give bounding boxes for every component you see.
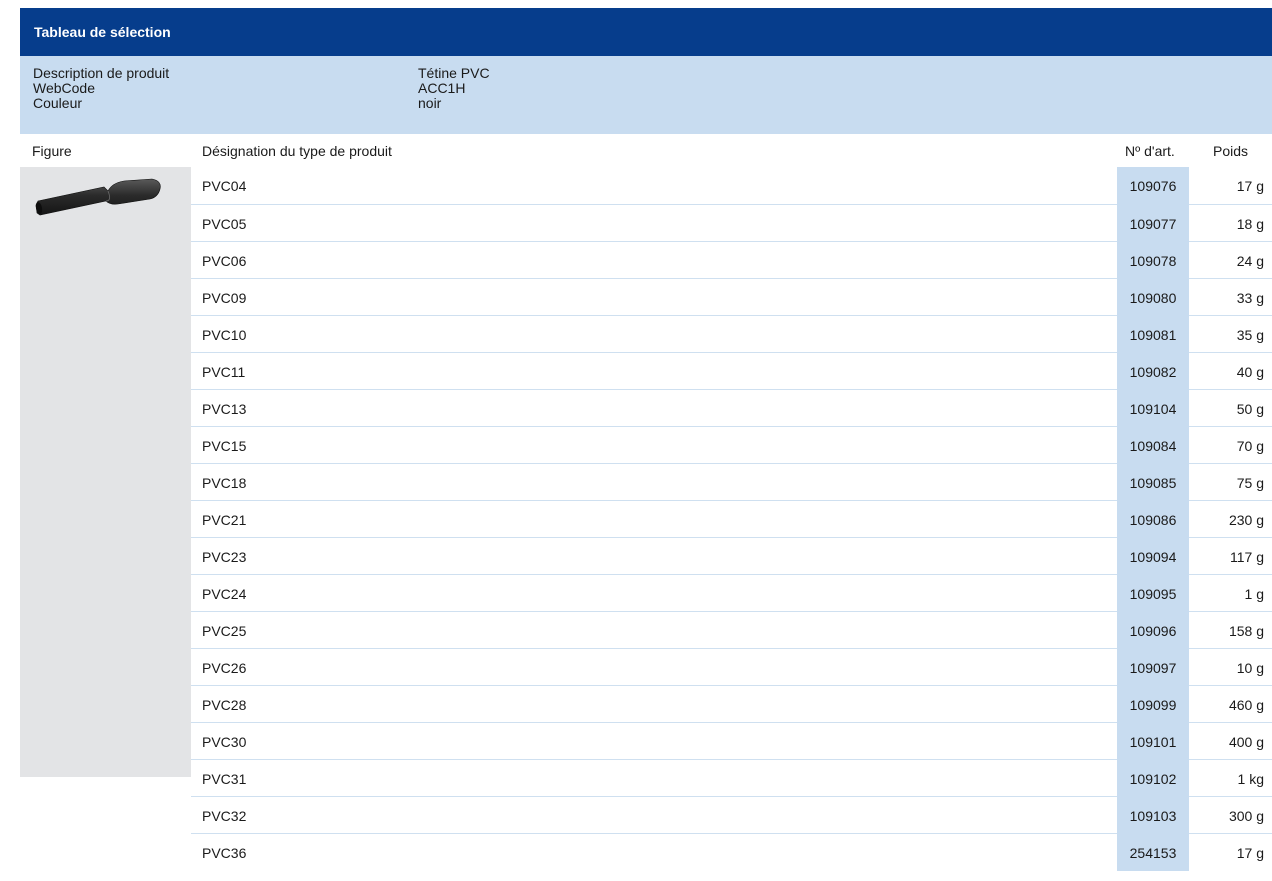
article-number: 109104 [1117, 389, 1189, 427]
table-row: PVC05 109077 18 g [191, 204, 1272, 242]
product-type-name: PVC30 [202, 734, 247, 750]
product-weight: 33 g [1236, 290, 1264, 306]
product-weight: 75 g [1236, 475, 1264, 491]
product-weight: 10 g [1236, 660, 1264, 676]
article-number: 109076 [1117, 167, 1189, 204]
article-number: 109099 [1117, 685, 1189, 723]
product-weight: 70 g [1236, 438, 1264, 454]
product-weight: 158 g [1228, 623, 1264, 639]
table-row: PVC13 109104 50 g [191, 389, 1272, 427]
info-value-color: noir [418, 95, 442, 111]
info-label-description: Description de produit [33, 65, 170, 81]
table-title: Tableau de sélection [34, 24, 171, 40]
table-row: PVC18 109085 75 g [191, 463, 1272, 501]
product-type-name: PVC23 [202, 549, 247, 565]
selection-table: Tableau de sélection Description de prod… [20, 8, 1272, 871]
column-header-weight: Poids [1213, 143, 1249, 159]
table-row: PVC26 109097 10 g [191, 648, 1272, 686]
pvc-sleeve-image [35, 178, 161, 216]
product-type-name: PVC18 [202, 475, 247, 491]
product-weight: 35 g [1236, 327, 1264, 343]
product-type-name: PVC06 [202, 253, 247, 269]
product-weight: 24 g [1236, 253, 1264, 269]
product-weight: 230 g [1228, 512, 1264, 528]
table-row: PVC32 109103 300 g [191, 796, 1272, 834]
product-weight: 17 g [1236, 178, 1264, 194]
table-row: PVC11 109082 40 g [191, 352, 1272, 390]
table-row: PVC28 109099 460 g [191, 685, 1272, 723]
article-number: 109101 [1117, 722, 1189, 760]
table-row: PVC04 109076 17 g [191, 167, 1272, 204]
info-value-webcode: ACC1H [418, 80, 466, 96]
table-row: PVC25 109096 158 g [191, 611, 1272, 649]
product-rows: PVC04 109076 17 g PVC05 109077 18 g PVC06 10907… [191, 167, 1272, 871]
column-header-designation: Désignation du type de produit [202, 143, 392, 159]
product-type-name: PVC11 [202, 364, 246, 380]
table-row: PVC30 109101 400 g [191, 722, 1272, 760]
article-number: 109103 [1117, 796, 1189, 834]
product-type-name: PVC09 [202, 290, 247, 306]
product-type-name: PVC31 [202, 771, 247, 787]
table-row: PVC15 109084 70 g [191, 426, 1272, 464]
info-label-color: Couleur [33, 95, 83, 111]
table-row: PVC09 109080 33 g [191, 278, 1272, 316]
product-weight: 400 g [1228, 734, 1264, 750]
info-labels: Description de produit WebCode Couleur [33, 66, 169, 111]
product-weight: 117 g [1230, 549, 1264, 565]
column-header-article: Nº d'art. [1125, 143, 1175, 159]
product-weight: 17 g [1236, 845, 1264, 861]
info-value-description: Tétine PVC [418, 65, 490, 81]
table-row: PVC06 109078 24 g [191, 241, 1272, 279]
article-number: 109095 [1117, 574, 1189, 612]
table-row: PVC36 254153 17 g [191, 833, 1272, 871]
product-info-panel: Description de produit WebCode Couleur T… [20, 56, 1272, 134]
article-number: 109084 [1117, 426, 1189, 464]
article-number: 109085 [1117, 463, 1189, 501]
table-row: PVC24 109095 1 g [191, 574, 1272, 612]
product-type-name: PVC15 [202, 438, 247, 454]
product-type-name: PVC21 [202, 512, 247, 528]
table-row: PVC31 109102 1 kg [191, 759, 1272, 797]
table-row: PVC23 109094 117 g [191, 537, 1272, 575]
product-type-name: PVC26 [202, 660, 247, 676]
article-number: 109086 [1117, 500, 1189, 538]
product-weight: 40 g [1236, 364, 1264, 380]
article-number: 109080 [1117, 278, 1189, 316]
article-number: 109077 [1117, 204, 1189, 242]
product-type-name: PVC13 [202, 401, 247, 417]
column-header-figure: Figure [32, 143, 72, 159]
product-weight: 300 g [1228, 808, 1264, 824]
table-title-bar: Tableau de sélection [20, 8, 1272, 56]
table-header-row: Figure Désignation du type de produit Nº… [20, 134, 1272, 167]
figure-column [20, 167, 191, 777]
product-type-name: PVC04 [202, 178, 247, 194]
article-number: 109082 [1117, 352, 1189, 390]
product-weight: 18 g [1236, 216, 1264, 232]
product-type-name: PVC36 [202, 845, 247, 861]
product-type-name: PVC25 [202, 623, 247, 639]
product-type-name: PVC28 [202, 697, 247, 713]
article-number: 254153 [1117, 833, 1189, 871]
table-row: PVC21 109086 230 g [191, 500, 1272, 538]
article-number: 109094 [1117, 537, 1189, 575]
product-type-name: PVC32 [202, 808, 247, 824]
article-number: 109078 [1117, 241, 1189, 279]
table-row: PVC10 109081 35 g [191, 315, 1272, 353]
product-weight: 1 g [1244, 586, 1264, 602]
product-type-name: PVC24 [202, 586, 247, 602]
info-values: Tétine PVC ACC1H noir [418, 66, 490, 111]
table-body: PVC04 109076 17 g PVC05 109077 18 g PVC06 10907… [20, 167, 1272, 871]
product-weight: 1 kg [1237, 771, 1264, 787]
article-number: 109096 [1117, 611, 1189, 649]
product-type-name: PVC05 [202, 216, 247, 232]
article-number: 109097 [1117, 648, 1189, 686]
product-weight: 50 g [1236, 401, 1264, 417]
info-label-webcode: WebCode [33, 80, 96, 96]
article-number: 109102 [1117, 759, 1189, 797]
product-type-name: PVC10 [202, 327, 247, 343]
product-weight: 460 g [1228, 697, 1264, 713]
article-number: 109081 [1117, 315, 1189, 353]
